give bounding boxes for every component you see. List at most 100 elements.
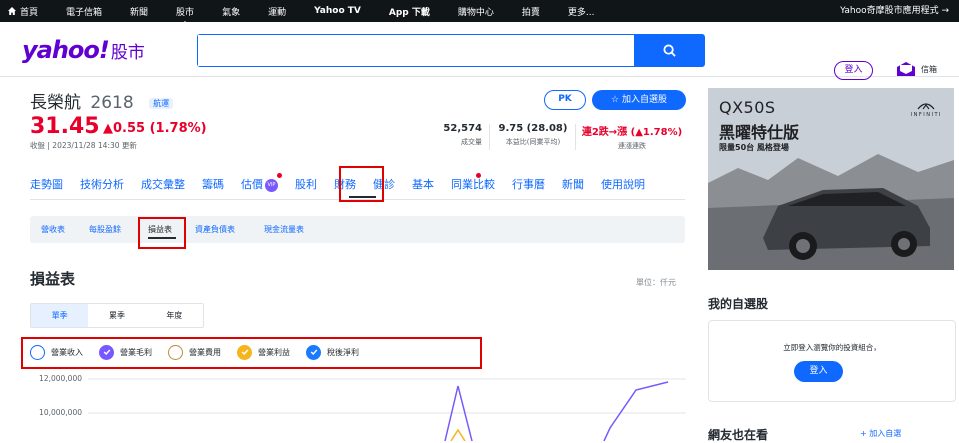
stock-code: 2618 (90, 93, 134, 113)
stock-price: 31.45 (30, 114, 100, 139)
others-watching-title: 網友也在看 (708, 428, 769, 442)
period-toggle: 單季 累季 年度 (30, 303, 204, 328)
income-chart: 12,000,000 10,000,000 (39, 374, 686, 441)
tab-technical[interactable]: 技術分析 (80, 176, 124, 198)
period-cumulative[interactable]: 累季 (88, 304, 145, 327)
streak-value: 連2跌→漲 (▲1.78%) (581, 127, 683, 138)
y-tick-label: 12,000,000 (39, 374, 82, 383)
search-icon (662, 44, 676, 57)
tab-label: 新聞 (562, 178, 584, 191)
streak-stat: 連2跌→漲 (▲1.78%) 連漲連跌 (577, 123, 687, 151)
unit-label: 單位：仟元 (636, 278, 676, 287)
y-tick-label: 10,000,000 (39, 408, 82, 417)
stock-name: 長榮航 (30, 93, 81, 113)
stock-title: 長榮航 2618 航運 (30, 88, 686, 113)
ad-title: QX50S (719, 98, 776, 117)
search-button[interactable] (634, 35, 704, 66)
tab-chart[interactable]: 走勢圖 (30, 176, 63, 198)
top-nav-news[interactable]: 新聞 (130, 5, 148, 18)
new-dot (277, 173, 282, 178)
subtab-balance-sheet[interactable]: 資產負債表 (195, 224, 235, 235)
tab-label: 成交彙整 (141, 178, 185, 191)
search-box (197, 34, 705, 67)
tab-label: 使用說明 (601, 178, 645, 191)
top-nav-app[interactable]: App 下載 (389, 5, 430, 18)
highlight-box-legend (21, 337, 482, 369)
tab-trades[interactable]: 成交彙整 (141, 176, 185, 198)
subtab-cash-flow[interactable]: 現金流量表 (264, 224, 304, 235)
tab-chips[interactable]: 籌碼 (202, 176, 224, 198)
tab-label: 走勢圖 (30, 178, 63, 191)
stat-divider (489, 124, 490, 150)
add-to-watchlist-link[interactable]: + 加入自選 (860, 428, 901, 439)
top-nav-shopping[interactable]: 購物中心 (458, 5, 494, 18)
period-quarter[interactable]: 單季 (31, 304, 89, 327)
tab-label: 行事曆 (512, 178, 545, 191)
search-input[interactable] (198, 35, 634, 66)
top-nav-yahoo-tv[interactable]: Yahoo TV (314, 6, 361, 16)
top-nav-stock[interactable]: 股市 (176, 5, 194, 25)
top-nav-sports[interactable]: 運動 (268, 5, 286, 18)
top-nav-auction[interactable]: 拍賣 (522, 5, 540, 18)
tab-valuation[interactable]: 估價 VIP (241, 173, 282, 198)
watchlist-login-message: 立即登入瀏覽你的投資組合， (783, 343, 881, 352)
tab-dividend[interactable]: 股利 (295, 176, 317, 198)
home-icon (8, 7, 16, 15)
tab-label: 技術分析 (80, 178, 124, 191)
period-annual[interactable]: 年度 (146, 304, 203, 327)
series-line-gross-profit-right (603, 381, 669, 441)
tab-label: 股利 (295, 178, 317, 191)
pe-value: 9.75 (28.08) (498, 123, 568, 134)
ad-tagline: 限量50台 風格登場 (719, 143, 789, 152)
series-line-operating-income (450, 428, 466, 441)
tab-calendar[interactable]: 行事曆 (512, 176, 545, 198)
ad-brand: INFINITI (911, 102, 942, 118)
infiniti-logo-icon (917, 103, 935, 110)
pe-stat: 9.75 (28.08) 本益比(同業平均) (495, 123, 571, 147)
subtab-eps[interactable]: 每股盈餘 (89, 224, 121, 235)
yahoo-stock-logo[interactable]: yahoo! 股市 (22, 36, 145, 64)
update-time: 收盤 | 2023/11/28 14:30 更新 (30, 141, 137, 150)
stock-quote-panel: 長榮航 2618 航運 31.45 ▲0.55 (1.78%) 收盤 | 202… (30, 88, 686, 150)
tab-news[interactable]: 新聞 (562, 176, 584, 198)
add-watchlist-button[interactable]: ☆ 加入自選股 (592, 90, 686, 110)
stock-app-link[interactable]: Yahoo奇摩股市應用程式 → (840, 0, 949, 22)
subtab-revenue[interactable]: 營收表 (41, 224, 65, 235)
logo-sub: 股市 (110, 43, 145, 63)
advertisement-banner[interactable]: QX50S 黑曜特仕版 限量50台 風格登場 INFINITI (708, 88, 954, 270)
top-nav-label: 首頁 (20, 7, 39, 18)
stat-divider (575, 124, 576, 150)
highlight-box-income-subtab (138, 217, 186, 249)
new-dot (476, 173, 481, 178)
mail-icon (897, 62, 915, 76)
top-nav-home[interactable]: 首頁 (8, 5, 38, 18)
top-nav-items: 首頁 電子信箱 新聞 股市 氣象 運動 Yahoo TV App 下載 購物中心… (8, 0, 622, 25)
volume-stat: 52,574 成交量 (442, 123, 482, 147)
highlight-box-financial-tab (339, 166, 384, 202)
ad-subtitle: 黑曜特仕版 (719, 123, 800, 142)
tab-label: 同業比較 (451, 178, 495, 191)
ad-brand-label: INFINITI (910, 112, 942, 118)
stock-change: ▲0.55 (1.78%) (103, 121, 207, 136)
my-watchlist-title: 我的自選股 (708, 297, 769, 311)
volume-value: 52,574 (443, 123, 482, 134)
section-title: 損益表 (30, 270, 76, 288)
watchlist-login-button[interactable]: 登入 (794, 361, 843, 382)
tab-label: 籌碼 (202, 178, 224, 191)
tab-basic[interactable]: 基本 (412, 176, 434, 198)
top-nav-weather[interactable]: 氣象 (222, 5, 240, 18)
streak-label: 連漲連跌 (618, 142, 646, 150)
industry-tag[interactable]: 航運 (149, 97, 174, 109)
pk-button[interactable]: PK (544, 90, 586, 110)
mail-link[interactable]: 信箱 (897, 62, 937, 76)
site-header: yahoo! 股市 登入 信箱 (0, 22, 959, 80)
financial-subtabs: 營收表 每股盈餘 損益表 資產負債表 現金流量表 (30, 216, 685, 243)
vip-badge: VIP (265, 178, 278, 192)
tab-peer-compare[interactable]: 同業比較 (451, 173, 495, 198)
pe-label: 本益比(同業平均) (505, 138, 561, 146)
tab-help[interactable]: 使用說明 (601, 176, 645, 198)
top-nav-mail[interactable]: 電子信箱 (66, 5, 102, 18)
logo-text: yahoo! (22, 36, 110, 64)
top-nav-more[interactable]: 更多... (568, 5, 595, 18)
login-button[interactable]: 登入 (834, 61, 873, 80)
